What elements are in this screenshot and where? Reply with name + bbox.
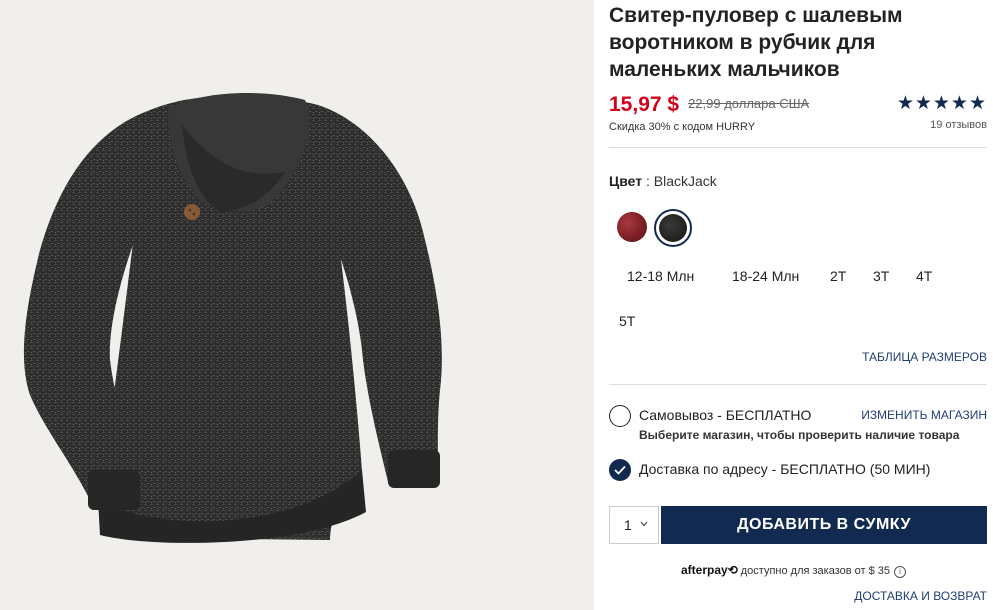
size-3t[interactable]: 3T (873, 268, 889, 284)
pickup-label: Самовывоз - БЕСПЛАТНО (639, 407, 812, 423)
afterpay-text: доступно для заказов от $ 35 (740, 565, 891, 577)
product-title: Свитер-пуловер с шалевым воротником в ру… (609, 4, 903, 81)
sweater-illustration (23, 93, 442, 543)
chevron-down-icon (640, 521, 648, 527)
shipping-label: Доставка по адресу - БЕСПЛАТНО (50 МИН) (639, 461, 931, 477)
size-18-24m[interactable]: 18-24 Млн (732, 268, 799, 284)
size-chart-link[interactable]: ТАБЛИЦА РАЗМЕРОВ (862, 350, 987, 364)
color-label-row: Цвет : BlackJack (609, 173, 717, 189)
change-store-link[interactable]: ИЗМЕНИТЬ МАГАЗИН (861, 408, 987, 422)
sale-price: 15,97 $ (609, 93, 680, 116)
size-4t[interactable]: 4T (916, 268, 932, 284)
color-separator: : (642, 173, 654, 189)
afterpay-row: afterpay⟲ доступно для заказов от $ 35 i (681, 561, 907, 579)
color-label: Цвет (609, 173, 643, 189)
quantity-value: 1 (624, 517, 632, 533)
price-row: 15,97 $ 22,99 доллара США (609, 93, 809, 117)
product-info-panel: Свитер-пуловер с шалевым воротником в ру… (609, 0, 987, 610)
color-value: BlackJack (653, 173, 717, 189)
divider (609, 384, 987, 385)
discount-note: Скидка 30% с кодом HURRY (609, 121, 756, 133)
quantity-select[interactable]: 1 (609, 506, 659, 544)
info-icon[interactable]: i (894, 566, 907, 578)
add-to-bag-button[interactable]: ДОБАВИТЬ В СУМКУ (661, 506, 987, 544)
checkmark-icon (614, 465, 626, 475)
size-12-18m[interactable]: 12-18 Млн (627, 268, 694, 284)
pickup-subtext: Выберите магазин, чтобы проверить наличи… (639, 428, 960, 442)
shipping-radio[interactable] (609, 459, 631, 481)
rating-stars-icon[interactable]: ★★★★★ (897, 92, 987, 115)
color-swatch-red[interactable] (617, 212, 647, 242)
original-price: 22,99 доллара США (688, 96, 810, 111)
color-swatch-blackjack[interactable] (659, 214, 687, 242)
reviews-link[interactable]: 19 отзывов (930, 119, 987, 131)
divider (609, 147, 987, 148)
afterpay-logo: afterpay⟲ (681, 563, 738, 577)
product-image[interactable] (0, 0, 594, 610)
size-2t[interactable]: 2T (830, 268, 846, 284)
shipping-returns-link[interactable]: ДОСТАВКА И ВОЗВРАТ (854, 589, 987, 603)
pickup-radio[interactable] (609, 405, 631, 427)
size-5t[interactable]: 5T (619, 313, 635, 329)
